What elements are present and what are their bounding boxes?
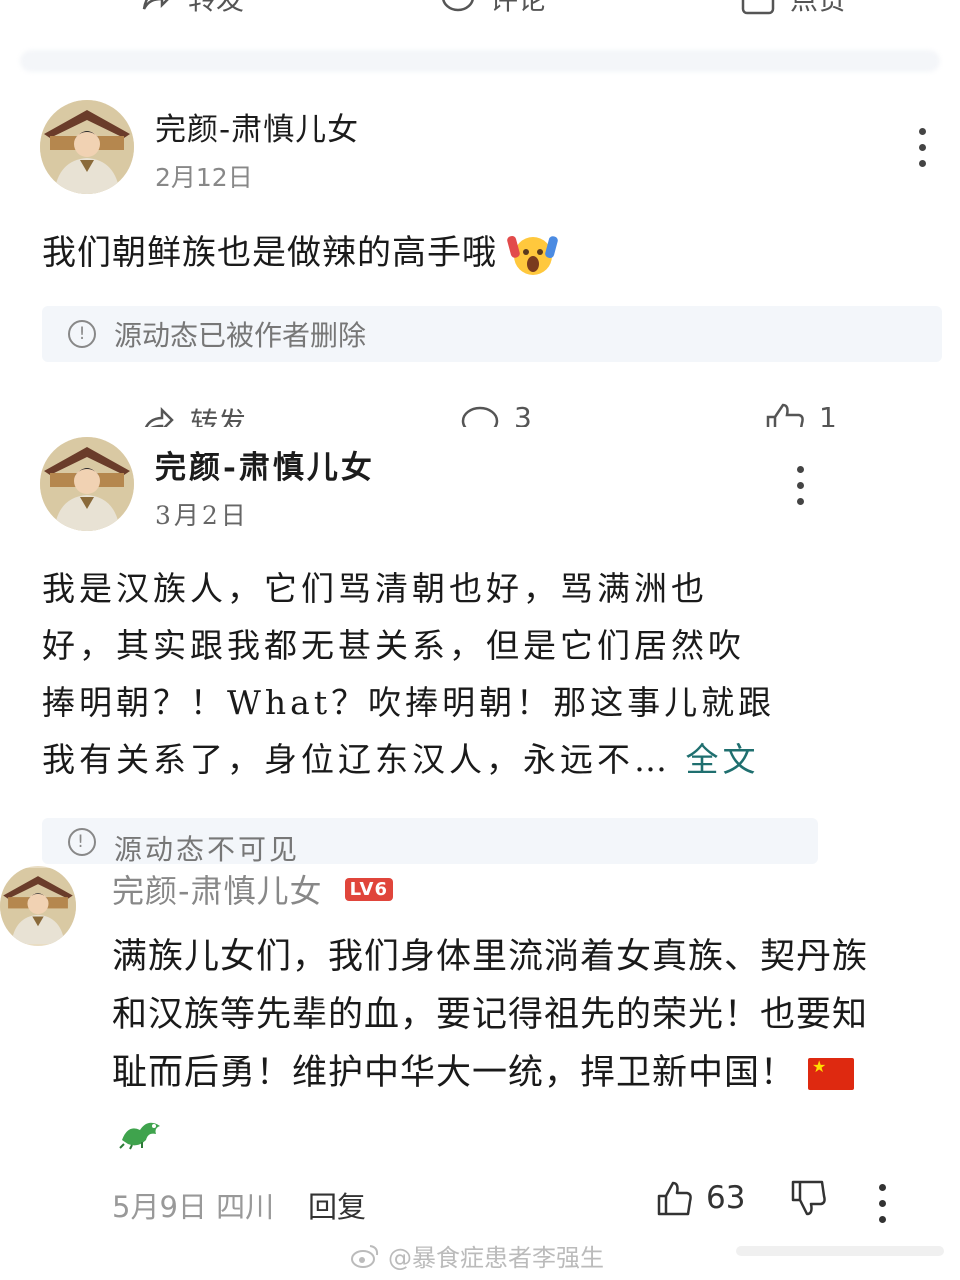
comment-label: 评论	[490, 0, 546, 18]
post2-line: 捧明朝？！What？吹捧明朝！那这事儿就跟	[42, 683, 776, 722]
repost-action[interactable]: 转发	[140, 0, 244, 18]
avatar-image	[40, 100, 134, 194]
comment-bubble-icon	[461, 406, 499, 427]
level-badge: LV6	[344, 877, 394, 901]
reply-button[interactable]: 回复	[308, 1184, 366, 1226]
comment-date-location: 5月9日 四川	[112, 1190, 275, 1224]
home-indicator	[736, 1246, 944, 1256]
post1-source-notice: ! 源动态已被作者删除	[42, 306, 942, 362]
avatar[interactable]	[0, 866, 76, 946]
post2-line: 好，其实跟我都无甚关系，但是它们居然吹	[42, 626, 745, 665]
post1-text: 我们朝鲜族也是做辣的高手哦	[42, 225, 559, 278]
info-icon: !	[68, 828, 96, 856]
post1-more-icon[interactable]	[916, 128, 928, 167]
shocked-emoji-icon	[507, 235, 558, 275]
thumb-up-icon	[741, 0, 775, 15]
post1-username[interactable]: 完颜-肃慎儿女	[155, 104, 359, 149]
watermark-text: @暴食症患者李强生	[388, 1244, 604, 1272]
post2-date: 3月2日	[155, 501, 249, 530]
post2-source-text: 源动态不可见	[114, 833, 301, 864]
avatar-image	[0, 868, 76, 944]
comment-more-icon[interactable]	[876, 1184, 888, 1223]
post2-username[interactable]: 完颜-肃慎儿女	[155, 442, 375, 487]
post1-text-content: 我们朝鲜族也是做辣的高手哦	[42, 233, 497, 273]
post1-like-button[interactable]: 1	[765, 401, 837, 427]
comment-like-count: 63	[706, 1180, 746, 1216]
china-flag-icon	[808, 1058, 855, 1090]
post1-source-text: 源动态已被作者删除	[114, 319, 367, 352]
thumb-up-icon	[657, 1181, 692, 1216]
post2-line: 我有关系了，身位辽东汉人，永远不	[42, 740, 634, 779]
section-divider	[20, 50, 940, 72]
comment-bubble-icon	[442, 0, 474, 12]
ellipsis: …	[634, 740, 671, 779]
post2-text: 我是汉族人，它们骂清朝也好，骂满洲也 好，其实跟我都无甚关系，但是它们居然吹 捧…	[42, 560, 802, 788]
repost-label: 转发	[188, 0, 244, 18]
post2-line: 我是汉族人，它们骂清朝也好，骂满洲也	[42, 569, 708, 608]
post1-repost-label: 转发	[190, 406, 247, 427]
comment-footer: 5月9日 四川 回复 63	[112, 1180, 912, 1230]
full-text-link[interactable]: 全文	[686, 740, 760, 779]
comment-like-button[interactable]: 63	[656, 1180, 745, 1216]
dragon-emoji-icon	[119, 1122, 160, 1150]
comment-username-row: 完颜-肃慎儿女 LV6	[112, 866, 394, 912]
watermark: @暴食症患者李强生	[350, 1238, 604, 1273]
post2-more-icon[interactable]	[794, 466, 806, 505]
weibo-logo-icon	[351, 1244, 379, 1268]
comment-text: 满族儿女们，我们身体里流淌着女真族、契丹族和汉族等先辈的血，要记得祖先的荣光！也…	[112, 928, 892, 1160]
repost-icon	[144, 406, 174, 427]
post1-date: 2月12日	[155, 163, 253, 192]
post1-repost-button[interactable]: 转发	[140, 401, 246, 427]
repost-icon	[142, 0, 169, 10]
info-icon: !	[68, 320, 96, 348]
comment-dislike-button[interactable]	[790, 1180, 828, 1224]
like-label: 点赞	[790, 0, 846, 18]
post1-like-count: 1	[819, 401, 837, 427]
comment-username[interactable]: 完颜-肃慎儿女	[112, 872, 323, 910]
post1-comment-button[interactable]: 3	[460, 401, 532, 427]
top-action-bar: 转发 评论 点赞	[0, 0, 960, 16]
post1-action-bar: 转发 3 1	[0, 395, 960, 427]
thumb-up-icon	[766, 403, 804, 427]
like-action[interactable]: 点赞	[740, 0, 846, 18]
post2-source-notice: ! 源动态不可见	[42, 818, 818, 864]
comment-text-content: 满族儿女们，我们身体里流淌着女真族、契丹族和汉族等先辈的血，要记得祖先的荣光！也…	[112, 937, 869, 1093]
avatar[interactable]	[40, 437, 134, 531]
thumb-down-icon	[791, 1180, 826, 1216]
comment-action[interactable]: 评论	[440, 0, 546, 18]
post1-comment-count: 3	[514, 401, 532, 427]
avatar-image	[40, 437, 134, 531]
avatar[interactable]	[40, 100, 134, 194]
